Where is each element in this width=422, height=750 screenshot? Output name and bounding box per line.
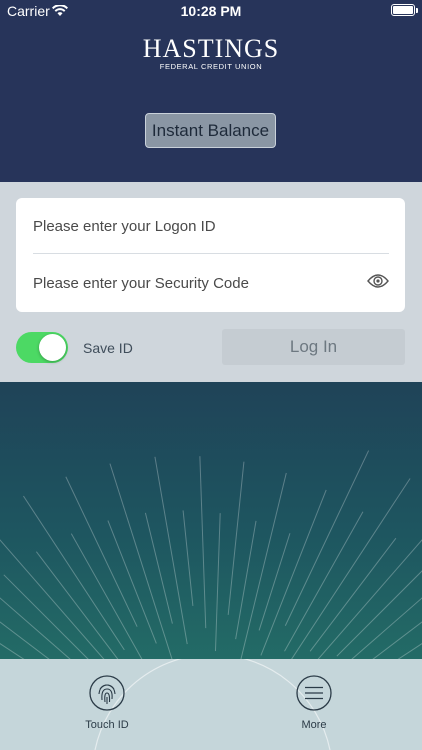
- battery-icon: [391, 4, 418, 16]
- tab-more[interactable]: More: [269, 675, 359, 731]
- toggle-knob: [39, 334, 66, 361]
- logo: HASTINGS FEDERAL CREDIT UNION: [0, 34, 422, 72]
- login-panel: Save ID Log In: [0, 182, 422, 382]
- status-bar: Carrier 10:28 PM: [0, 0, 422, 22]
- save-id-label: Save ID: [83, 340, 133, 356]
- login-card: [16, 198, 405, 312]
- instant-balance-button[interactable]: Instant Balance: [145, 113, 276, 148]
- logo-main: HASTINGS: [142, 34, 280, 63]
- security-code-input[interactable]: [33, 255, 389, 311]
- fingerprint-icon: [89, 675, 125, 711]
- save-id-toggle[interactable]: [16, 332, 68, 363]
- logon-id-field-row: [33, 198, 389, 254]
- tab-touch-id-label: Touch ID: [85, 719, 129, 731]
- clock: 10:28 PM: [180, 3, 242, 19]
- menu-icon: [296, 675, 332, 711]
- logon-id-input[interactable]: [33, 198, 389, 254]
- security-code-field-row: [33, 255, 389, 311]
- background-rays: [0, 382, 422, 659]
- tab-more-label: More: [301, 719, 327, 731]
- bottom-tab-bar: Touch ID More: [0, 659, 422, 750]
- eye-icon[interactable]: [367, 273, 389, 294]
- tab-touch-id[interactable]: Touch ID: [62, 675, 152, 731]
- log-in-button[interactable]: Log In: [222, 329, 405, 365]
- logo-sub: FEDERAL CREDIT UNION: [159, 62, 263, 71]
- header: Carrier 10:28 PM HASTINGS FEDERAL CREDIT…: [0, 0, 422, 182]
